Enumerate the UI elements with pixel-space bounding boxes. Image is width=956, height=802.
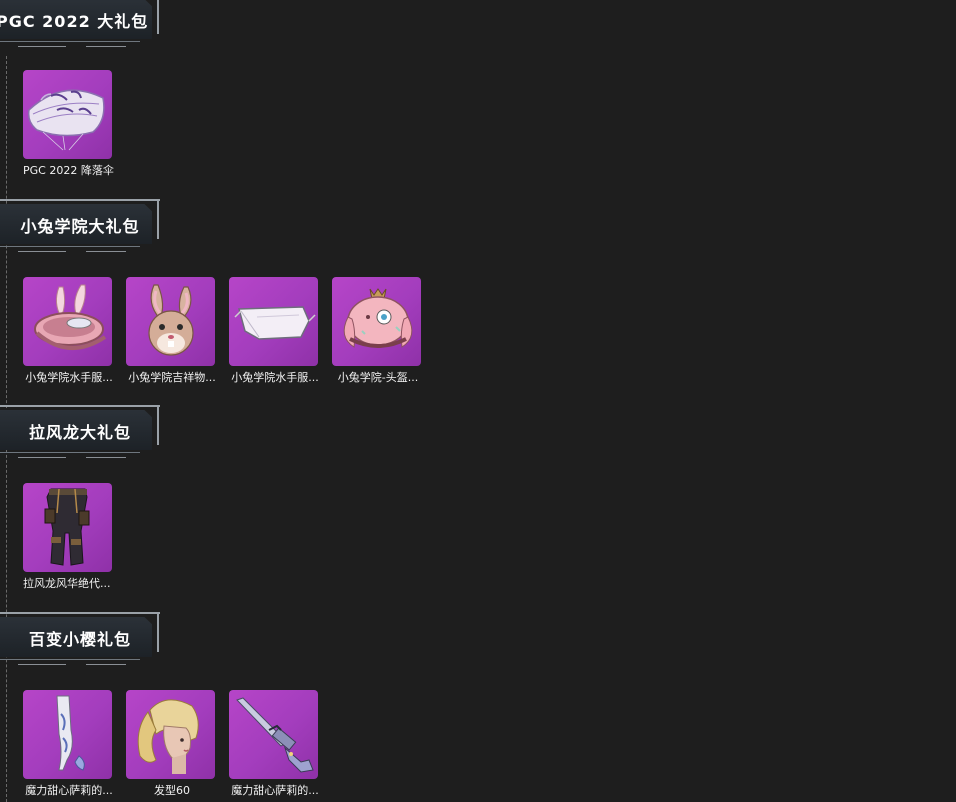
bunny-mascot-head-icon — [148, 284, 194, 356]
rifle-icon — [236, 697, 314, 773]
item-thumbnail[interactable] — [229, 690, 318, 779]
item-thumbnail[interactable] — [23, 483, 112, 572]
section-banner: 小兔学院大礼包 — [0, 199, 160, 252]
section-title: 拉风龙大礼包 — [28, 423, 131, 442]
item-thumbnail[interactable] — [126, 690, 215, 779]
item-label: 小兔学院吉祥物... — [128, 371, 216, 384]
item-label: PGC 2022 降落伞 — [23, 164, 114, 177]
section-banner: 拉风龙大礼包 — [0, 405, 160, 458]
item-thumbnail[interactable] — [23, 277, 112, 366]
item-card[interactable]: 魔力甜心萨莉的... — [229, 690, 319, 798]
section-title: 百变小樱礼包 — [28, 630, 131, 649]
item-card[interactable]: 拉风龙风华绝代... — [23, 483, 113, 591]
item-label: 魔力甜心萨莉的... — [231, 784, 319, 797]
blonde-hair-head-icon — [137, 699, 199, 774]
item-card[interactable]: 发型60 — [126, 690, 216, 798]
item-label: 小兔学院-头盔... — [337, 371, 419, 384]
item-thumbnail[interactable] — [23, 70, 112, 159]
item-label: 魔力甜心萨莉的... — [25, 784, 113, 797]
section-title: PGC 2022 大礼包 — [0, 12, 149, 31]
sailor-mask-icon — [234, 306, 316, 340]
item-label: 发型60 — [154, 784, 190, 797]
item-row: 魔力甜心萨莉的... 发型60 魔力甜心萨莉的... — [23, 690, 319, 798]
item-row: PGC 2022 降落伞 — [23, 70, 114, 178]
section-banner: PGC 2022 大礼包 — [0, 0, 160, 47]
item-thumbnail[interactable] — [332, 277, 421, 366]
bunny-helmet-icon — [343, 288, 413, 348]
item-card[interactable]: 小兔学院水手服... — [229, 277, 319, 385]
item-card[interactable]: 魔力甜心萨莉的... — [23, 690, 113, 798]
cargo-pants-icon — [44, 488, 90, 566]
item-card[interactable]: 小兔学院吉祥物... — [126, 277, 216, 385]
stockings-icon — [56, 695, 85, 771]
section-title: 小兔学院大礼包 — [20, 217, 140, 236]
item-label: 小兔学院水手服... — [25, 371, 113, 384]
item-thumbnail[interactable] — [126, 277, 215, 366]
item-label: 小兔学院水手服... — [231, 371, 319, 384]
section-banner: 百变小樱礼包 — [0, 612, 160, 665]
bunny-ears-hat-icon — [34, 284, 107, 351]
parachute-icon — [27, 89, 105, 151]
item-card[interactable]: 小兔学院-头盔... — [332, 277, 422, 385]
item-thumbnail[interactable] — [23, 690, 112, 779]
item-row: 拉风龙风华绝代... — [23, 483, 113, 591]
item-row: 小兔学院水手服... 小兔学院吉祥物... 小兔学院水手服... 小兔学院-头盔… — [23, 277, 422, 385]
item-card[interactable]: 小兔学院水手服... — [23, 277, 113, 385]
item-card[interactable]: PGC 2022 降落伞 — [23, 70, 114, 178]
item-thumbnail[interactable] — [229, 277, 318, 366]
item-label: 拉风龙风华绝代... — [23, 577, 111, 590]
